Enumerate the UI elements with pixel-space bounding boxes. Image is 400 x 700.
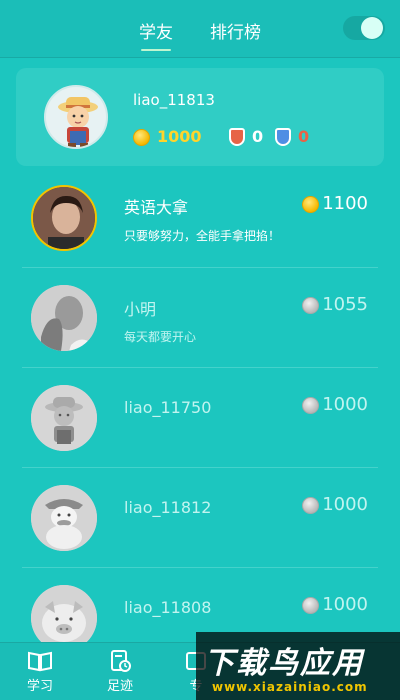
friend-motto: 只要够努力，全能手拿把掐！ — [124, 229, 281, 243]
nav-footprint[interactable]: 足迹 — [90, 649, 150, 694]
gold-coin-icon — [302, 196, 319, 213]
red-medal-icon — [229, 128, 245, 146]
my-avatar — [44, 85, 108, 149]
farmer-avatar-icon — [31, 385, 97, 451]
my-username: liao_11813 — [133, 91, 215, 109]
tab-leaderboard[interactable]: 排行榜 — [210, 18, 261, 43]
gold-coin-icon — [133, 129, 150, 146]
red-medal-count: 0 — [252, 127, 264, 146]
friend-coin-count: 1055 — [322, 294, 368, 315]
toggle-knob — [361, 17, 383, 39]
silver-coin-icon — [302, 397, 319, 414]
friend-coin-count: 1100 — [322, 193, 368, 214]
nav-footprint-label: 足迹 — [106, 679, 133, 694]
friend-name: liao_11808 — [124, 598, 212, 617]
mode-toggle[interactable] — [343, 16, 385, 40]
friend-avatar — [31, 485, 97, 551]
friend-avatar — [31, 285, 97, 351]
tab-classmates[interactable]: 学友 — [139, 18, 173, 51]
friend-avatar — [31, 385, 97, 451]
duck-avatar-icon — [31, 485, 97, 551]
friend-motto: 每天都要开心 — [124, 330, 197, 344]
nav-study-label: 学习 — [26, 679, 53, 694]
top-bar: 学友 排行榜 — [0, 0, 400, 58]
friend-row[interactable]: liao_11750 1000 — [22, 368, 378, 468]
friend-row[interactable]: liao_11812 1000 — [22, 468, 378, 568]
my-profile-card[interactable]: liao_11813 1000 0 0 — [16, 68, 384, 166]
blue-medal-count: 0 — [298, 127, 310, 146]
my-coin-count: 1000 — [157, 127, 202, 146]
friend-row[interactable]: 英语大拿 只要够努力，全能手拿把掐！ 1100 — [22, 168, 378, 268]
farmer-avatar-icon — [58, 97, 98, 147]
man-photo-avatar-icon — [33, 187, 95, 249]
watermark-url: www.xiazainiao.com — [212, 680, 368, 694]
silver-coin-icon — [302, 597, 319, 614]
blue-medal-icon — [275, 128, 291, 146]
watermark-logo: 下载鸟应用 www.xiazainiao.com — [196, 632, 400, 700]
friend-name: liao_11750 — [124, 398, 212, 417]
friend-coin-count: 1000 — [322, 594, 368, 615]
friend-name: 英语大拿 — [124, 198, 189, 217]
friend-name: liao_11812 — [124, 498, 212, 517]
friend-avatar — [31, 185, 97, 251]
footprint-clock-icon — [111, 650, 131, 672]
watermark-title: 下载鸟应用 — [204, 646, 364, 681]
hand-face-photo-avatar-icon — [31, 285, 97, 351]
book-icon — [28, 651, 52, 672]
nav-study[interactable]: 学习 — [10, 649, 70, 694]
friend-coin-count: 1000 — [322, 394, 368, 415]
friend-name: 小明 — [124, 300, 157, 319]
silver-coin-icon — [302, 497, 319, 514]
silver-coin-icon — [302, 297, 319, 314]
friend-row[interactable]: 小明 每天都要开心 1055 — [22, 268, 378, 368]
friend-coin-count: 1000 — [322, 494, 368, 515]
